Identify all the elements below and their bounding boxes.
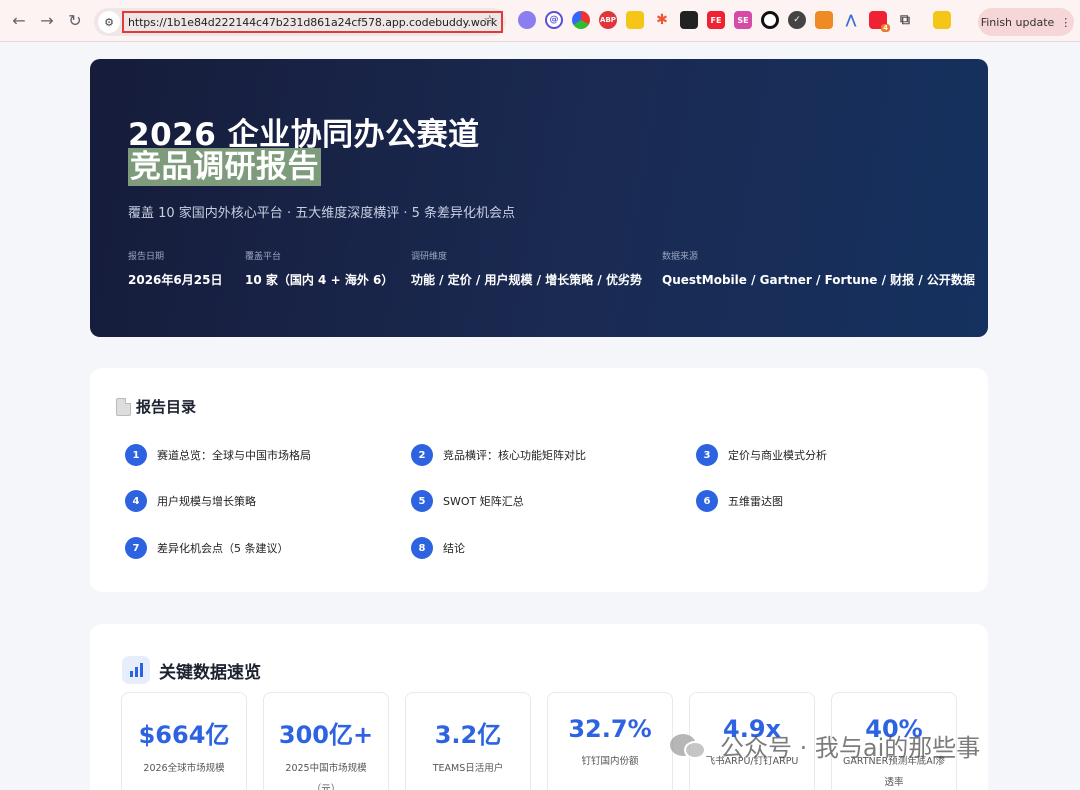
meta-report-date: 报告日期 2026年6月25日 [128, 249, 222, 288]
more-menu-icon: ⋮ [1060, 15, 1072, 29]
site-info-icon[interactable]: ⚙ [98, 11, 120, 33]
stat-label: TEAMS日活用户 [432, 763, 504, 774]
stat-label: 钉钉国内份额 [581, 756, 639, 767]
extension-badge-count: 4 [881, 24, 890, 32]
meta-platforms: 覆盖平台 10 家（国内 4 + 海外 6） [245, 249, 393, 288]
stat-label: 2025中国市场规模（元） [285, 763, 367, 790]
meta-value: QuestMobile / Gartner / Fortune / 财报 / 公… [662, 273, 975, 287]
stat-value: 300亿+ [278, 721, 374, 749]
stat-value: $664亿 [138, 721, 230, 749]
toc-number: 2 [411, 444, 433, 466]
address-bar[interactable]: ⚙ https://1b1e84d222144c47b231d861a24cf5… [94, 8, 506, 36]
reload-icon[interactable]: ↻ [62, 8, 88, 34]
browser-toolbar: ← → ↻ ⚙ https://1b1e84d222144c47b231d861… [0, 0, 1080, 42]
stat-card: 300亿+ 2025中国市场规模（元） [263, 692, 389, 790]
extension-se-icon[interactable]: SE [734, 11, 752, 29]
meta-dimensions: 调研维度 功能 / 定价 / 用户规模 / 增长策略 / 优劣势 [411, 249, 642, 288]
table-of-contents: 报告目录 1 赛道总览：全球与中国市场格局 2 竞品横评：核心功能矩阵对比 3 … [90, 368, 988, 592]
extension-face-icon[interactable] [518, 11, 536, 29]
extension-check-icon[interactable]: ✓ [788, 11, 806, 29]
toc-label: 差异化机会点（5 条建议） [157, 542, 289, 555]
finish-update-button[interactable]: Finish update ⋮ [978, 8, 1074, 36]
profile-avatar-icon[interactable] [933, 11, 951, 29]
meta-label: 覆盖平台 [245, 252, 282, 262]
toc-label: 定价与商业模式分析 [728, 449, 827, 462]
back-icon[interactable]: ← [6, 8, 32, 34]
toc-number: 7 [125, 537, 147, 559]
toc-number: 1 [125, 444, 147, 466]
toc-item[interactable]: 4 用户规模与增长策略 [125, 490, 256, 512]
hero-title-line2: 竞品调研报告 [128, 148, 321, 186]
bookmark-star-icon[interactable]: ☆ [483, 13, 496, 29]
forward-icon[interactable]: → [34, 8, 60, 34]
toc-number: 4 [125, 490, 147, 512]
toc-label: 赛道总览：全球与中国市场格局 [157, 449, 311, 462]
extension-fox-icon[interactable] [815, 11, 833, 29]
meta-value: 2026年6月25日 [128, 273, 223, 287]
toc-number: 6 [696, 490, 718, 512]
document-icon [116, 397, 131, 416]
extension-spark-icon[interactable]: ✱ [653, 11, 671, 29]
report-hero: 2026 企业协同办公赛道 竞品调研报告 覆盖 10 家国内外核心平台 · 五大… [90, 59, 988, 337]
stat-label: 2026全球市场规模 [143, 763, 225, 774]
meta-label: 调研维度 [411, 252, 448, 262]
toc-title: 报告目录 [116, 396, 196, 417]
extension-chrome-icon[interactable] [572, 11, 590, 29]
meta-label: 报告日期 [128, 252, 165, 262]
stat-card: 3.2亿 TEAMS日活用户 [405, 692, 531, 790]
toc-item[interactable]: 6 五维雷达图 [696, 490, 783, 512]
toc-item[interactable]: 8 结论 [411, 537, 465, 559]
stat-value: 32.7% [568, 715, 652, 743]
toc-item[interactable]: 7 差异化机会点（5 条建议） [125, 537, 289, 559]
stat-value: 3.2亿 [434, 721, 502, 749]
extension-fe-icon[interactable]: FE [707, 11, 725, 29]
toc-number: 3 [696, 444, 718, 466]
toc-label: 用户规模与增长策略 [157, 495, 256, 508]
stats-title: 关键数据速览 [122, 656, 261, 684]
extension-dark-icon[interactable] [680, 11, 698, 29]
toc-label: SWOT 矩阵汇总 [443, 495, 524, 508]
toc-label: 结论 [443, 542, 465, 555]
stat-card: 32.7% 钉钉国内份额 [547, 692, 673, 790]
meta-value: 10 家（国内 4 + 海外 6） [245, 273, 394, 287]
extension-bulb-icon[interactable] [626, 11, 644, 29]
meta-value: 功能 / 定价 / 用户规模 / 增长策略 / 优劣势 [411, 273, 642, 287]
toc-item[interactable]: 5 SWOT 矩阵汇总 [411, 490, 524, 512]
toc-label: 竞品横评：核心功能矩阵对比 [443, 449, 586, 462]
extension-adblock-icon[interactable]: ABP [599, 11, 617, 29]
extension-arrow-icon[interactable]: ⋀ [842, 11, 860, 29]
stat-card: $664亿 2026全球市场规模 [121, 692, 247, 790]
url-text[interactable]: https://1b1e84d222144c47b231d861a24cf578… [122, 11, 504, 33]
key-stats-section: 关键数据速览 $664亿 2026全球市场规模 300亿+ 2025中国市场规模… [90, 624, 988, 790]
extension-at-icon[interactable]: @ [545, 11, 563, 29]
meta-label: 数据来源 [662, 252, 699, 262]
extensions-puzzle-icon[interactable]: ⧉ [896, 11, 914, 29]
watermark: 公众号 · 我与ai的那些事 [670, 728, 980, 763]
wechat-icon [670, 731, 710, 761]
toc-label: 五维雷达图 [728, 495, 783, 508]
toc-item[interactable]: 2 竞品横评：核心功能矩阵对比 [411, 444, 586, 466]
meta-sources: 数据来源 QuestMobile / Gartner / Fortune / 财… [662, 249, 975, 288]
extension-badge-icon[interactable]: 4 [869, 11, 890, 32]
toc-item[interactable]: 3 定价与商业模式分析 [696, 444, 827, 466]
toc-number: 5 [411, 490, 433, 512]
watermark-text: 公众号 · 我与ai的那些事 [720, 734, 981, 762]
toc-number: 8 [411, 537, 433, 559]
toc-title-text: 报告目录 [136, 398, 197, 416]
toc-item[interactable]: 1 赛道总览：全球与中国市场格局 [125, 444, 311, 466]
extensions-row: @ ABP ✱ FE SE ✓ ⋀ 4 ⧉ [518, 11, 951, 32]
finish-update-label: Finish update [980, 15, 1055, 29]
stats-title-text: 关键数据速览 [159, 662, 261, 683]
extension-ring-icon[interactable] [761, 11, 779, 29]
bar-chart-icon [122, 656, 150, 684]
hero-subtitle: 覆盖 10 家国内外核心平台 · 五大维度深度横评 · 5 条差异化机会点 [128, 206, 516, 221]
